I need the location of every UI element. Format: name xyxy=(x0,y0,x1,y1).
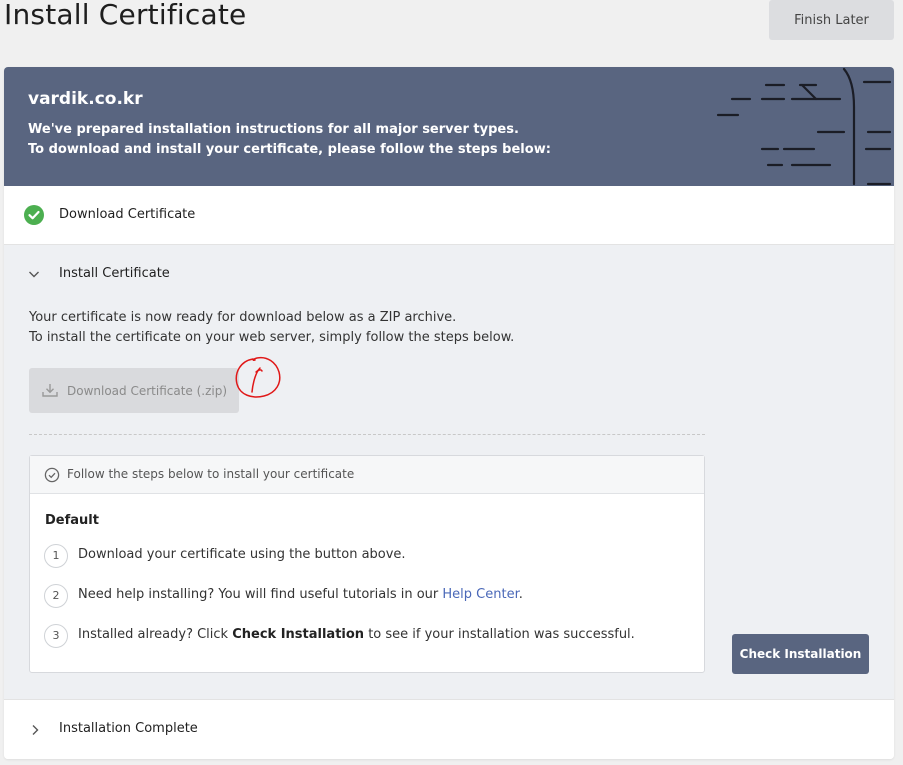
banner-intro-line-2: To download and install your certificate… xyxy=(28,142,551,157)
page-title: Install Certificate xyxy=(4,0,247,31)
banner-intro-line-1: We've prepared installation instructions… xyxy=(28,122,519,137)
instructions-panel: Follow the steps below to install your c… xyxy=(29,455,705,673)
chevron-right-icon xyxy=(32,725,39,735)
check-circle-icon xyxy=(24,205,44,225)
step-label: Download Certificate xyxy=(59,207,196,222)
decorative-lines-icon xyxy=(716,67,892,186)
step-number-badge: 1 xyxy=(44,544,68,568)
help-center-link[interactable]: Help Center xyxy=(442,587,518,602)
download-zip-button[interactable]: Download Certificate (.zip) xyxy=(29,368,239,413)
install-description-line-2: To install the certificate on your web s… xyxy=(29,330,515,345)
step-install-certificate: Install Certificate Your certificate is … xyxy=(4,245,894,699)
step-label[interactable]: Install Certificate xyxy=(59,266,170,281)
install-card: vardik.co.kr We've prepared installation… xyxy=(4,67,894,759)
step-number-badge: 2 xyxy=(44,584,68,608)
step-installation-complete[interactable]: Installation Complete xyxy=(4,699,894,759)
instructions-header: Follow the steps below to install your c… xyxy=(30,456,704,494)
server-type-label: Default xyxy=(45,513,99,528)
instruction-item-3: Installed already? Click Check Installat… xyxy=(78,627,635,642)
download-icon xyxy=(42,384,58,397)
install-description-line-1: Your certificate is now ready for downlo… xyxy=(29,310,457,325)
banner: vardik.co.kr We've prepared installation… xyxy=(4,67,894,186)
finish-later-button[interactable]: Finish Later xyxy=(769,0,894,40)
step-download-certificate[interactable]: Download Certificate xyxy=(4,186,894,245)
check-circle-outline-icon xyxy=(44,467,60,483)
instructions-header-text: Follow the steps below to install your c… xyxy=(67,467,355,481)
instruction-item-2: Need help installing? You will find usef… xyxy=(78,587,523,602)
check-installation-button[interactable]: Check Installation xyxy=(732,634,869,674)
step-number-badge: 3 xyxy=(44,624,68,648)
check-installation-reference: Check Installation xyxy=(232,627,365,642)
step-label: Installation Complete xyxy=(59,721,198,736)
download-zip-label: Download Certificate (.zip) xyxy=(67,383,228,398)
chevron-down-icon[interactable] xyxy=(28,269,40,279)
instruction-item-1: Download your certificate using the butt… xyxy=(78,547,406,562)
domain-name: vardik.co.kr xyxy=(28,89,143,109)
red-annotation-mark xyxy=(235,356,281,398)
section-divider xyxy=(29,434,705,435)
